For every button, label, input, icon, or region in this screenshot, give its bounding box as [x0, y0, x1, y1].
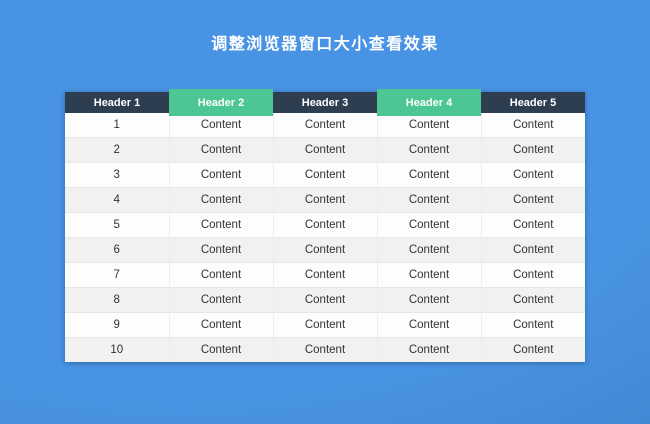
content-cell: Content [169, 313, 273, 338]
content-cell: Content [481, 188, 585, 213]
content-cell: Content [169, 213, 273, 238]
row-index-cell: 6 [65, 238, 169, 263]
content-cell: Content [273, 163, 377, 188]
content-cell: Content [377, 213, 481, 238]
content-cell: Content [377, 338, 481, 363]
content-cell: Content [481, 288, 585, 313]
table-row: 1ContentContentContentContent [65, 113, 585, 138]
content-cell: Content [481, 213, 585, 238]
content-cell: Content [273, 263, 377, 288]
highlighted-header-cell: Header 4 [377, 89, 481, 116]
table-row: 9ContentContentContentContent [65, 313, 585, 338]
row-index-cell: 8 [65, 288, 169, 313]
content-cell: Content [169, 188, 273, 213]
content-cell: Content [169, 163, 273, 188]
content-cell: Content [481, 338, 585, 363]
content-cell: Content [377, 238, 481, 263]
table-row: 7ContentContentContentContent [65, 263, 585, 288]
column-header-4: Header 4 [377, 92, 481, 113]
content-cell: Content [169, 288, 273, 313]
row-index-cell: 4 [65, 188, 169, 213]
row-index-cell: 3 [65, 163, 169, 188]
table-row: 8ContentContentContentContent [65, 288, 585, 313]
row-index-cell: 1 [65, 113, 169, 138]
content-cell: Content [377, 313, 481, 338]
content-cell: Content [169, 263, 273, 288]
column-header-3: Header 3 [273, 92, 377, 113]
content-cell: Content [273, 288, 377, 313]
content-cell: Content [273, 338, 377, 363]
table-header-row: Header 1Header 2Header 3Header 4Header 5 [65, 92, 585, 113]
table-row: 3ContentContentContentContent [65, 163, 585, 188]
content-cell: Content [169, 338, 273, 363]
content-cell: Content [481, 313, 585, 338]
content-cell: Content [273, 313, 377, 338]
content-cell: Content [377, 288, 481, 313]
content-cell: Content [273, 188, 377, 213]
content-cell: Content [169, 138, 273, 163]
content-cell: Content [377, 138, 481, 163]
content-cell: Content [481, 163, 585, 188]
table-row: 2ContentContentContentContent [65, 138, 585, 163]
content-cell: Content [481, 238, 585, 263]
table-row: 5ContentContentContentContent [65, 213, 585, 238]
content-cell: Content [481, 138, 585, 163]
data-table-container: Header 1Header 2Header 3Header 4Header 5… [65, 92, 585, 362]
content-cell: Content [481, 113, 585, 138]
table-row: 10ContentContentContentContent [65, 338, 585, 363]
row-index-cell: 7 [65, 263, 169, 288]
table-row: 4ContentContentContentContent [65, 188, 585, 213]
content-cell: Content [377, 163, 481, 188]
content-cell: Content [273, 213, 377, 238]
content-cell: Content [273, 238, 377, 263]
table-header: Header 1Header 2Header 3Header 4Header 5 [65, 92, 585, 113]
column-header-1: Header 1 [65, 92, 169, 113]
content-cell: Content [273, 113, 377, 138]
data-table: Header 1Header 2Header 3Header 4Header 5… [65, 92, 585, 362]
content-cell: Content [169, 238, 273, 263]
table-row: 6ContentContentContentContent [65, 238, 585, 263]
content-cell: Content [377, 113, 481, 138]
column-header-5: Header 5 [481, 92, 585, 113]
content-cell: Content [377, 263, 481, 288]
row-index-cell: 10 [65, 338, 169, 363]
content-cell: Content [377, 188, 481, 213]
content-cell: Content [481, 263, 585, 288]
row-index-cell: 2 [65, 138, 169, 163]
row-index-cell: 9 [65, 313, 169, 338]
table-body: 1ContentContentContentContent2ContentCon… [65, 113, 585, 362]
row-index-cell: 5 [65, 213, 169, 238]
content-cell: Content [169, 113, 273, 138]
page-title: 调整浏览器窗口大小查看效果 [0, 34, 650, 55]
highlighted-header-cell: Header 2 [169, 89, 273, 116]
page-background: { "page": { "title": "调整浏览器窗口大小查看效果", "b… [0, 34, 650, 424]
column-header-2: Header 2 [169, 92, 273, 113]
content-cell: Content [273, 138, 377, 163]
